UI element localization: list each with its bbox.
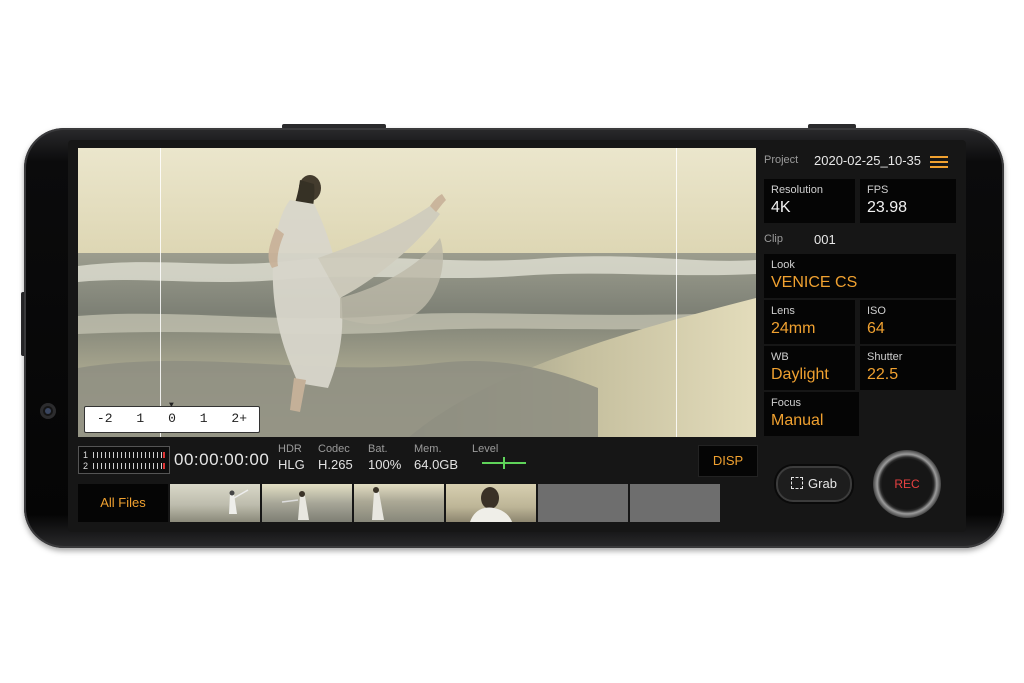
battery-value: 100% [368,457,402,472]
fps-label: FPS [867,184,889,196]
frame-guide-left [160,148,161,437]
viewfinder-scene [78,148,756,437]
wb-setting[interactable]: WB Daylight [764,346,855,390]
viewfinder[interactable]: ▼ -2 1 0 1 2+ [78,148,756,437]
grab-icon [791,477,804,489]
sky [78,148,756,258]
exposure-tick-zero: 0 [168,411,176,426]
clip-thumbnail-2[interactable] [262,484,352,522]
thumbnail-2-scene [281,491,309,520]
clip-label: Clip [764,233,783,245]
level-stat: Level [472,443,498,455]
codec-value: H.265 [318,457,353,472]
resolution-setting[interactable]: Resolution 4K [764,179,855,223]
menu-icon[interactable] [930,156,948,168]
wb-value: Daylight [771,366,829,383]
grab-button[interactable]: Grab [776,466,852,502]
lens-value: 24mm [771,320,816,337]
clip-number: 001 [814,232,836,247]
focus-setting[interactable]: Focus Manual [764,392,859,436]
grab-label: Grab [808,476,837,491]
audio-ch1-bar [93,452,163,458]
audio-ch2-label: 2 [83,461,89,471]
audio-ch1-label: 1 [83,450,89,460]
exposure-tick-minus2: -2 [96,411,113,426]
audio-ch2-bar [93,463,163,469]
shutter-value: 22.5 [867,366,899,383]
frame-guide-right [676,148,677,437]
hdr-stat: HDR HLG [278,443,305,472]
battery-stat: Bat. 100% [368,443,401,472]
hdr-label: HDR [278,443,302,455]
iso-label: ISO [867,305,886,317]
memory-label: Mem. [414,443,442,455]
thumbnail-1-scene [229,489,249,514]
lens-setting[interactable]: Lens 24mm [764,300,855,344]
level-label: Level [472,443,499,455]
fps-value: 23.98 [867,199,908,216]
clip-thumbnail-strip: All Files [78,484,726,522]
clip-thumbnail-1[interactable] [170,484,260,522]
focus-value: Manual [771,412,824,429]
all-files-button[interactable]: All Files [78,484,168,522]
project-label: Project [764,154,799,166]
battery-label: Bat. [368,443,388,455]
audio-ch2-peak [163,463,165,469]
fps-setting[interactable]: FPS 23.98 [860,179,956,223]
thumbnail-3-scene [372,487,384,520]
iso-value: 64 [867,320,885,337]
iso-setting[interactable]: ISO 64 [860,300,956,344]
shutter-setting[interactable]: Shutter 22.5 [860,346,956,390]
exposure-pointer-icon: ▼ [169,401,174,410]
level-indicator-icon [482,457,526,469]
focus-label: Focus [771,397,801,409]
exposure-meter: ▼ -2 1 0 1 2+ [84,401,260,433]
audio-ch1-peak [163,452,165,458]
look-label: Look [771,259,795,271]
camera-app-screen: ▼ -2 1 0 1 2+ 1 2 00:00:00:00 HDR HLG Co… [68,140,966,532]
exposure-scale: -2 1 0 1 2+ [85,411,259,426]
exposure-tick-minus1: 1 [136,411,145,426]
exposure-tick-plus2: 2+ [231,411,248,426]
project-name: 2020-02-25_10-35 [814,153,921,168]
exposure-tick-plus1: 1 [199,411,208,426]
front-camera [40,403,56,419]
resolution-label: Resolution [771,184,823,196]
codec-stat: Codec H.265 [318,443,353,472]
resolution-value: 4K [771,199,791,216]
memory-stat: Mem. 64.0GB [414,443,458,472]
record-button[interactable]: REC [873,450,941,518]
look-setting[interactable]: Look VENICE CS [764,254,956,298]
timecode: 00:00:00:00 [174,450,270,469]
audio-level-meter: 1 2 [78,446,170,474]
codec-label: Codec [318,443,350,455]
settings-panel: Project 2020-02-25_10-35 Resolution 4K F… [756,140,966,532]
memory-value: 64.0GB [414,457,459,472]
shutter-label: Shutter [867,351,903,363]
clip-thumbnail-empty-1 [538,484,628,522]
clip-thumbnail-3[interactable] [354,484,444,522]
status-bar: 1 2 00:00:00:00 HDR HLG Codec H.265 Bat.… [78,440,758,477]
disp-button[interactable]: DISP [698,445,758,477]
lens-label: Lens [771,305,795,317]
wb-label: WB [771,351,789,363]
clip-thumbnail-4[interactable] [446,484,536,522]
look-value: VENICE CS [771,274,858,291]
hdr-value: HLG [278,457,305,472]
clip-thumbnail-empty-2 [630,484,720,522]
thumbnail-4-scene [470,487,512,522]
